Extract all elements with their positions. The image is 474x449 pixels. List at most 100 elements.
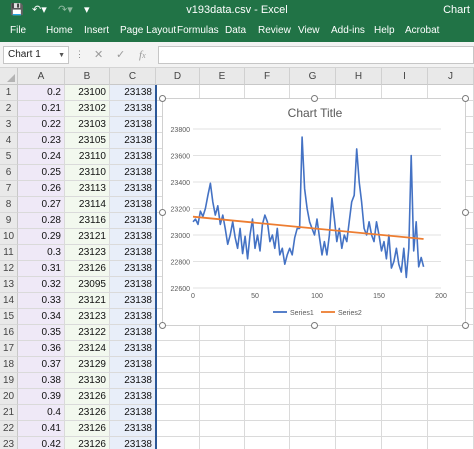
row-header[interactable]: 4 (0, 133, 18, 149)
column-header-i[interactable]: I (382, 68, 428, 85)
empty-cell[interactable] (290, 405, 336, 421)
cell-c[interactable]: 23138 (110, 357, 156, 373)
empty-cell[interactable] (382, 437, 428, 449)
row-header[interactable]: 1 (0, 85, 18, 101)
column-header-b[interactable]: B (65, 68, 110, 85)
cell-c[interactable]: 23138 (110, 309, 156, 325)
row-header[interactable]: 11 (0, 245, 18, 261)
cell-c[interactable]: 23138 (110, 261, 156, 277)
row-header[interactable]: 14 (0, 293, 18, 309)
empty-cell[interactable] (290, 373, 336, 389)
chart-context-tab[interactable]: Chart (443, 3, 470, 17)
row-header[interactable]: 13 (0, 277, 18, 293)
column-header-g[interactable]: G (290, 68, 336, 85)
row-header[interactable]: 21 (0, 405, 18, 421)
empty-cell[interactable] (245, 405, 290, 421)
empty-cell[interactable] (290, 357, 336, 373)
row-header[interactable]: 8 (0, 197, 18, 213)
resize-handle[interactable] (159, 209, 166, 216)
cell-a[interactable]: 0.29 (18, 229, 65, 245)
empty-cell[interactable] (428, 421, 474, 437)
resize-handle[interactable] (159, 322, 166, 329)
cell-a[interactable]: 0.39 (18, 389, 65, 405)
resize-handle[interactable] (311, 95, 318, 102)
row-header[interactable]: 2 (0, 101, 18, 117)
cell-a[interactable]: 0.34 (18, 309, 65, 325)
empty-cell[interactable] (156, 421, 200, 437)
cell-b[interactable]: 23095 (65, 277, 110, 293)
name-box[interactable]: Chart 1 ▼ (3, 46, 69, 64)
column-header-f[interactable]: F (245, 68, 290, 85)
empty-cell[interactable] (245, 437, 290, 449)
cell-a[interactable]: 0.41 (18, 421, 65, 437)
empty-cell[interactable] (382, 373, 428, 389)
empty-cell[interactable] (428, 437, 474, 449)
cell-a[interactable]: 0.38 (18, 373, 65, 389)
cell-c[interactable]: 23138 (110, 197, 156, 213)
empty-cell[interactable] (200, 405, 245, 421)
row-header[interactable]: 23 (0, 437, 18, 449)
tab-view[interactable]: View (298, 24, 320, 38)
empty-cell[interactable] (336, 421, 382, 437)
row-header[interactable]: 9 (0, 213, 18, 229)
empty-cell[interactable] (428, 341, 474, 357)
cell-b[interactable]: 23126 (65, 421, 110, 437)
cell-a[interactable]: 0.4 (18, 405, 65, 421)
empty-cell[interactable] (336, 325, 382, 341)
cell-c[interactable]: 23138 (110, 149, 156, 165)
empty-cell[interactable] (245, 389, 290, 405)
column-header-a[interactable]: A (18, 68, 65, 85)
cell-c[interactable]: 23138 (110, 133, 156, 149)
cell-b[interactable]: 23126 (65, 261, 110, 277)
cell-c[interactable]: 23138 (110, 277, 156, 293)
empty-cell[interactable] (336, 437, 382, 449)
tab-acrobat[interactable]: Acrobat (405, 24, 439, 38)
cell-c[interactable]: 23138 (110, 245, 156, 261)
cell-a[interactable]: 0.36 (18, 341, 65, 357)
empty-cell[interactable] (336, 405, 382, 421)
empty-cell[interactable] (382, 405, 428, 421)
empty-cell[interactable] (290, 389, 336, 405)
row-header[interactable]: 12 (0, 261, 18, 277)
cell-b[interactable]: 23100 (65, 85, 110, 101)
resize-handle[interactable] (311, 322, 318, 329)
cell-a[interactable]: 0.35 (18, 325, 65, 341)
cell-b[interactable]: 23121 (65, 293, 110, 309)
empty-cell[interactable] (156, 437, 200, 449)
cell-c[interactable]: 23138 (110, 85, 156, 101)
cell-b[interactable]: 23129 (65, 357, 110, 373)
cell-b[interactable]: 23121 (65, 229, 110, 245)
cell-a[interactable]: 0.26 (18, 181, 65, 197)
row-header[interactable]: 7 (0, 181, 18, 197)
empty-cell[interactable] (245, 341, 290, 357)
cell-c[interactable]: 23138 (110, 437, 156, 449)
cell-a[interactable]: 0.2 (18, 85, 65, 101)
cell-c[interactable]: 23138 (110, 101, 156, 117)
empty-cell[interactable] (382, 341, 428, 357)
row-header[interactable]: 15 (0, 309, 18, 325)
empty-cell[interactable] (336, 357, 382, 373)
cell-c[interactable]: 23138 (110, 293, 156, 309)
empty-cell[interactable] (245, 373, 290, 389)
resize-handle[interactable] (462, 95, 469, 102)
resize-handle[interactable] (159, 95, 166, 102)
row-header[interactable]: 5 (0, 149, 18, 165)
cell-a[interactable]: 0.27 (18, 197, 65, 213)
tab-data[interactable]: Data (225, 24, 246, 38)
column-header-c[interactable]: C (110, 68, 156, 85)
row-header[interactable]: 10 (0, 229, 18, 245)
empty-cell[interactable] (200, 373, 245, 389)
empty-cell[interactable] (428, 373, 474, 389)
empty-cell[interactable] (428, 405, 474, 421)
resize-handle[interactable] (462, 209, 469, 216)
cell-b[interactable]: 23103 (65, 117, 110, 133)
row-header[interactable]: 20 (0, 389, 18, 405)
cell-b[interactable]: 23105 (65, 133, 110, 149)
cell-b[interactable]: 23126 (65, 405, 110, 421)
row-header[interactable]: 16 (0, 325, 18, 341)
tab-insert[interactable]: Insert (84, 24, 109, 38)
column-header-j[interactable]: J (428, 68, 474, 85)
empty-cell[interactable] (382, 389, 428, 405)
empty-cell[interactable] (156, 357, 200, 373)
column-header-e[interactable]: E (200, 68, 245, 85)
